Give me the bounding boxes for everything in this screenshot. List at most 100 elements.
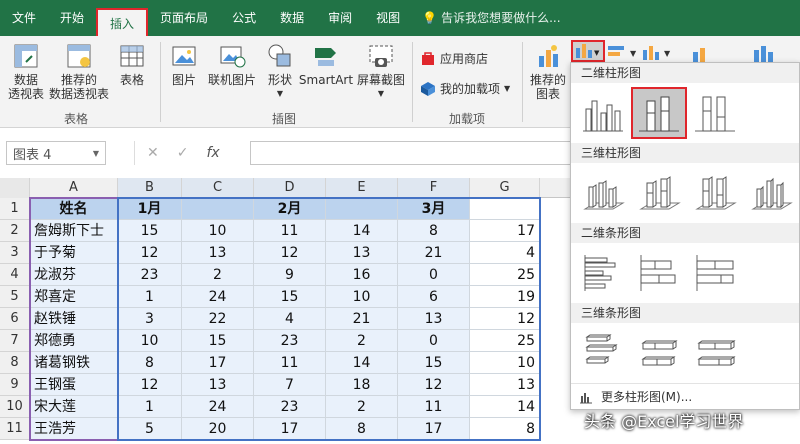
header-cell[interactable] [182,198,254,220]
column-header[interactable]: E [326,178,398,198]
tab-5[interactable]: 数据 [268,0,316,36]
value-cell[interactable]: 10 [182,220,254,242]
online-picture-button[interactable]: 联机图片 [204,42,260,87]
row-header[interactable]: 8 [0,352,30,374]
value-cell[interactable]: 7 [254,374,326,396]
100-stacked-bar-option[interactable] [687,247,743,299]
row-header[interactable]: 4 [0,264,30,286]
value-cell[interactable]: 3 [118,308,182,330]
value-cell[interactable]: 23 [118,264,182,286]
value-cell[interactable]: 15 [118,220,182,242]
value-cell[interactable]: 15 [398,352,470,374]
value-cell[interactable]: 12 [398,374,470,396]
value-cell[interactable]: 18 [326,374,398,396]
value-cell[interactable]: 13 [398,308,470,330]
tab-1[interactable]: 开始 [48,0,96,36]
3d-column-option[interactable] [743,167,799,219]
name-box[interactable]: 图表 4 ▼ [6,141,106,165]
value-cell[interactable]: 16 [326,264,398,286]
tab-2[interactable]: 插入 [96,8,149,36]
recommended-charts-button[interactable]: 推荐的 图表 [528,42,568,101]
name-cell[interactable]: 王钢蛋 [30,374,118,396]
value-cell[interactable]: 13 [326,242,398,264]
3d-clustered-bar-option[interactable] [575,327,631,379]
value-cell[interactable]: 24 [182,396,254,418]
value-cell[interactable]: 2 [182,264,254,286]
value-cell[interactable]: 24 [182,286,254,308]
3d-clustered-column-option[interactable] [575,167,631,219]
header-cell[interactable]: 1月 [118,198,182,220]
value-cell[interactable]: 12 [118,374,182,396]
value-cell[interactable]: 1 [118,396,182,418]
column-header[interactable]: C [182,178,254,198]
tell-me-box[interactable]: 💡 告诉我您想要做什么... [412,0,570,36]
row-header[interactable]: 11 [0,418,30,440]
value-cell[interactable]: 14 [326,220,398,242]
value-cell[interactable]: 14 [470,396,540,418]
value-cell[interactable]: 13 [182,374,254,396]
name-cell[interactable]: 宋大莲 [30,396,118,418]
value-cell[interactable]: 13 [470,374,540,396]
3d-100-stacked-column-option[interactable] [687,167,743,219]
value-cell[interactable]: 11 [398,396,470,418]
table-button[interactable]: 表格 [114,42,150,87]
smartart-button[interactable]: SmartArt [298,42,354,87]
name-cell[interactable]: 龙淑芬 [30,264,118,286]
column-header[interactable]: F [398,178,470,198]
value-cell[interactable]: 23 [254,396,326,418]
recommended-pivot-button[interactable]: 推荐的 数据透视表 [48,42,110,101]
value-cell[interactable]: 25 [470,264,540,286]
value-cell[interactable]: 12 [254,242,326,264]
value-cell[interactable]: 11 [254,352,326,374]
bar-chart-icon[interactable]: ▼ [606,42,642,62]
column-header[interactable]: B [118,178,182,198]
value-cell[interactable]: 14 [326,352,398,374]
value-cell[interactable]: 13 [182,242,254,264]
value-cell[interactable]: 6 [398,286,470,308]
row-header[interactable]: 6 [0,308,30,330]
shapes-button[interactable]: 形状 ▼ [262,42,298,101]
name-cell[interactable]: 王浩芳 [30,418,118,440]
header-cell[interactable]: 姓名 [30,198,118,220]
stacked-bar-option[interactable] [631,247,687,299]
row-header[interactable]: 3 [0,242,30,264]
stacked-column-option[interactable] [631,87,687,139]
name-cell[interactable]: 诸葛钢铁 [30,352,118,374]
value-cell[interactable]: 5 [118,418,182,440]
value-cell[interactable]: 15 [254,286,326,308]
name-cell[interactable]: 赵铁锤 [30,308,118,330]
value-cell[interactable]: 8 [470,418,540,440]
pivot-table-button[interactable]: 数据 透视表 [6,42,46,101]
tab-4[interactable]: 公式 [220,0,268,36]
clustered-bar-option[interactable] [575,247,631,299]
tab-6[interactable]: 审阅 [316,0,364,36]
value-cell[interactable]: 17 [398,418,470,440]
value-cell[interactable]: 12 [470,308,540,330]
row-header[interactable]: 1 [0,198,30,220]
select-all-corner[interactable] [0,178,30,198]
value-cell[interactable]: 20 [182,418,254,440]
column-chart-button[interactable]: ▼ [571,40,605,62]
column-header[interactable]: D [254,178,326,198]
row-header[interactable]: 7 [0,330,30,352]
value-cell[interactable]: 17 [182,352,254,374]
column-header[interactable]: G [470,178,540,198]
name-cell[interactable]: 于予菊 [30,242,118,264]
row-header[interactable]: 10 [0,396,30,418]
value-cell[interactable]: 2 [326,330,398,352]
value-cell[interactable]: 4 [254,308,326,330]
value-cell[interactable]: 15 [182,330,254,352]
header-cell[interactable] [470,198,540,220]
row-header[interactable]: 5 [0,286,30,308]
name-cell[interactable]: 詹姆斯下士 [30,220,118,242]
value-cell[interactable]: 17 [254,418,326,440]
tab-7[interactable]: 视图 [364,0,412,36]
value-cell[interactable]: 8 [398,220,470,242]
more-column-charts-link[interactable]: 更多柱形图(M)... [571,383,799,409]
screenshot-button[interactable]: 屏幕截图 ▼ [356,42,406,101]
confirm-icon[interactable]: ✓ [177,145,189,161]
value-cell[interactable]: 10 [118,330,182,352]
value-cell[interactable]: 17 [470,220,540,242]
header-cell[interactable] [326,198,398,220]
value-cell[interactable]: 4 [470,242,540,264]
